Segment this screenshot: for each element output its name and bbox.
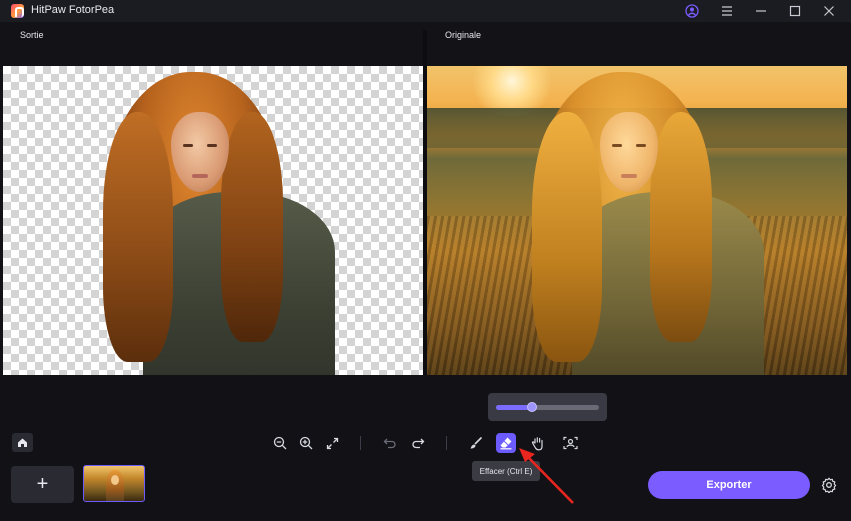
- menu-icon[interactable]: [718, 2, 736, 20]
- zoom-out-icon[interactable]: [270, 433, 290, 453]
- brush-size-popup: [488, 393, 607, 421]
- app-logo: [11, 4, 24, 18]
- app-title: HitPaw FotorPea: [31, 4, 115, 16]
- app-window: HitPaw FotorPea Sortie Originale Effacer…: [0, 0, 851, 521]
- maximize-icon[interactable]: [786, 2, 804, 20]
- title-bar: HitPaw FotorPea: [0, 0, 851, 22]
- brush-size-slider[interactable]: [496, 402, 599, 412]
- eraser-tool-button[interactable]: [496, 433, 516, 453]
- original-canvas: [427, 66, 847, 375]
- export-button[interactable]: Exporter: [648, 471, 810, 499]
- fit-screen-icon[interactable]: [322, 433, 342, 453]
- toolbar-separator: [360, 436, 361, 450]
- annotation-arrow-icon: [519, 448, 574, 504]
- eraser-icon: [500, 437, 512, 450]
- subject-cutout: [103, 72, 343, 375]
- zoom-in-icon[interactable]: [296, 433, 316, 453]
- home-button[interactable]: [12, 433, 33, 452]
- subject-original: [532, 72, 772, 375]
- settings-icon[interactable]: [820, 476, 838, 494]
- undo-icon[interactable]: [380, 433, 400, 453]
- redo-icon[interactable]: [408, 433, 428, 453]
- minimize-icon[interactable]: [752, 2, 770, 20]
- original-panel-label: Originale: [445, 30, 482, 40]
- brush-icon[interactable]: [466, 433, 486, 453]
- brush-size-knob[interactable]: [527, 402, 538, 412]
- thumbnail-face: [111, 475, 119, 485]
- toolbar-separator: [446, 436, 447, 450]
- add-image-button[interactable]: +: [11, 466, 74, 503]
- close-icon[interactable]: [820, 2, 838, 20]
- output-canvas[interactable]: [3, 66, 423, 375]
- user-icon[interactable]: [683, 2, 701, 20]
- output-panel-label: Sortie: [20, 30, 44, 40]
- image-thumbnail[interactable]: [83, 465, 145, 502]
- plus-icon: +: [36, 473, 49, 495]
- home-icon: [18, 438, 27, 447]
